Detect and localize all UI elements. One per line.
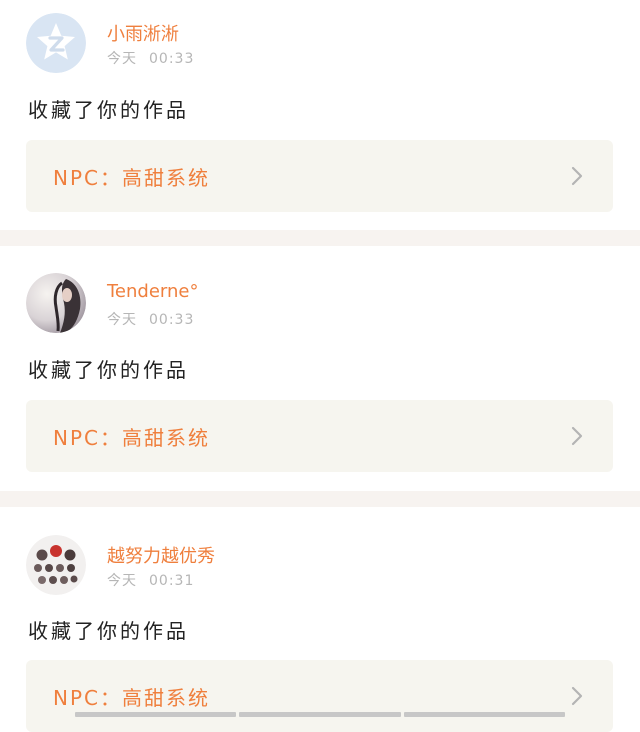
group-collage-avatar-icon [26,535,86,595]
scroll-segment [75,712,237,717]
work-link[interactable]: NPC：高甜系统 [26,140,613,212]
username[interactable]: 小雨淅淅 [107,20,179,46]
work-link-label: NPC：高甜系统 [53,422,210,451]
work-prefix: NPC： [53,686,122,710]
notification-item: 越努力越优秀 今天 00:31 收藏了你的作品 NPC：高甜系统 [0,507,640,732]
timestamp-day: 今天 [107,573,137,589]
timestamp-time: 00:33 [149,312,195,328]
separator [0,491,640,507]
action-text: 收藏了你的作品 [28,98,189,122]
qq-star-avatar-icon [26,13,86,73]
avatar[interactable] [26,535,86,595]
timestamp-time: 00:33 [149,51,195,67]
chevron-right-icon [571,686,583,706]
avatar[interactable] [26,13,86,73]
avatar[interactable] [26,273,86,333]
username[interactable]: Tenderne° [107,281,199,302]
work-title: 高甜系统 [122,166,210,190]
action-text: 收藏了你的作品 [28,619,189,643]
action-text: 收藏了你的作品 [28,358,189,382]
profile-photo-avatar-icon [26,273,86,333]
username[interactable]: 越努力越优秀 [107,542,215,568]
notification-item: 小雨淅淅 今天 00:33 收藏了你的作品 NPC：高甜系统 [0,0,640,230]
work-title: 高甜系统 [122,686,210,710]
timestamp: 今天 00:33 [107,48,194,68]
work-link-label: NPC：高甜系统 [53,682,210,711]
work-link[interactable]: NPC：高甜系统 [26,660,613,732]
chevron-right-icon [571,426,583,446]
chevron-right-icon [571,166,583,186]
notification-item: Tenderne° 今天 00:33 收藏了你的作品 NPC：高甜系统 [0,246,640,491]
work-prefix: NPC： [53,426,122,450]
notification-feed: 小雨淅淅 今天 00:33 收藏了你的作品 NPC：高甜系统 Tenderne°… [0,0,640,732]
timestamp: 今天 00:31 [107,570,194,590]
timestamp-day: 今天 [107,51,137,67]
work-link-label: NPC：高甜系统 [53,162,210,191]
timestamp-time: 00:31 [149,573,195,589]
bottom-scroll-indicator [75,712,565,717]
work-title: 高甜系统 [122,426,210,450]
scroll-segment [403,712,565,717]
scroll-segment [239,712,401,717]
work-prefix: NPC： [53,166,122,190]
work-link[interactable]: NPC：高甜系统 [26,400,613,472]
timestamp-day: 今天 [107,312,137,328]
separator [0,230,640,246]
timestamp: 今天 00:33 [107,309,194,329]
